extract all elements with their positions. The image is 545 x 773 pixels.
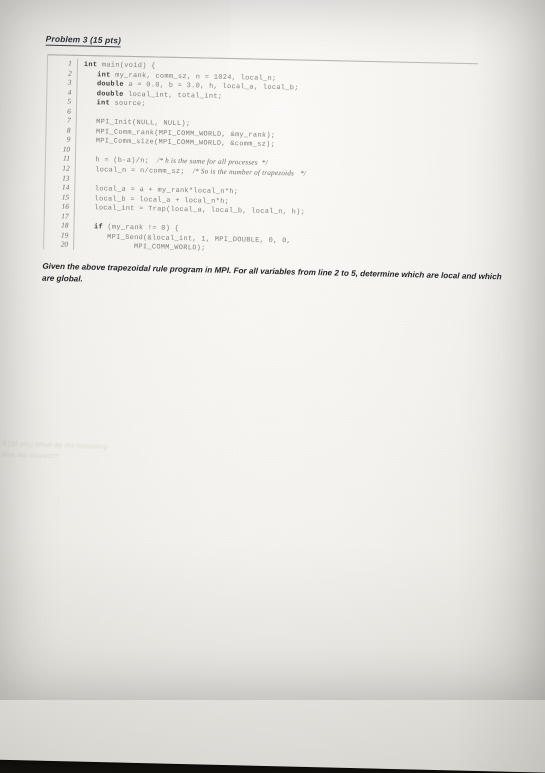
- code-line-number: 18: [61, 220, 69, 230]
- code-line-number: 15: [61, 192, 70, 202]
- code-line-number: 2: [67, 68, 72, 78]
- code-comment: /* h is the same for all processes */: [149, 156, 268, 168]
- code-line-number: 4: [67, 87, 72, 97]
- page-title: Problem 3 (15 pts): [45, 33, 122, 47]
- code-line-number: 11: [63, 154, 71, 164]
- code-gutter-rule: [73, 211, 75, 222]
- code-line-number: 16: [61, 201, 70, 211]
- code-line-number: 6: [67, 106, 72, 116]
- code-line-number: 19: [60, 230, 69, 240]
- code-line-number: 3: [67, 77, 72, 87]
- code-line-number: 17: [61, 211, 69, 221]
- code-line-number: 10: [62, 144, 71, 154]
- code-listing: 1 int main(void) {2 int my_rank, comm_sz,…: [43, 54, 479, 259]
- code-line-number: 12: [62, 163, 70, 173]
- code-gutter-rule: [75, 106, 78, 117]
- code-line-number: 13: [62, 173, 70, 183]
- code-line-number: 5: [67, 96, 72, 106]
- code-line-number: 7: [66, 115, 71, 125]
- exam-page: Problem 3 (15 pts) 1 int main(void) {2 in…: [0, 0, 545, 773]
- code-line-number: 20: [60, 239, 69, 250]
- code-line-number: 14: [61, 182, 70, 192]
- code-comment: /* So is the number of trapezoids */: [184, 167, 307, 178]
- code-gutter-rule: [75, 144, 77, 155]
- code-line-number: 1: [68, 58, 73, 68]
- page-content: Problem 3 (15 pts) 1 int main(void) {2 in…: [40, 29, 516, 297]
- code-line-number: 8: [66, 125, 71, 135]
- code-line-number: 9: [66, 135, 71, 145]
- code-gutter-rule: [74, 173, 76, 183]
